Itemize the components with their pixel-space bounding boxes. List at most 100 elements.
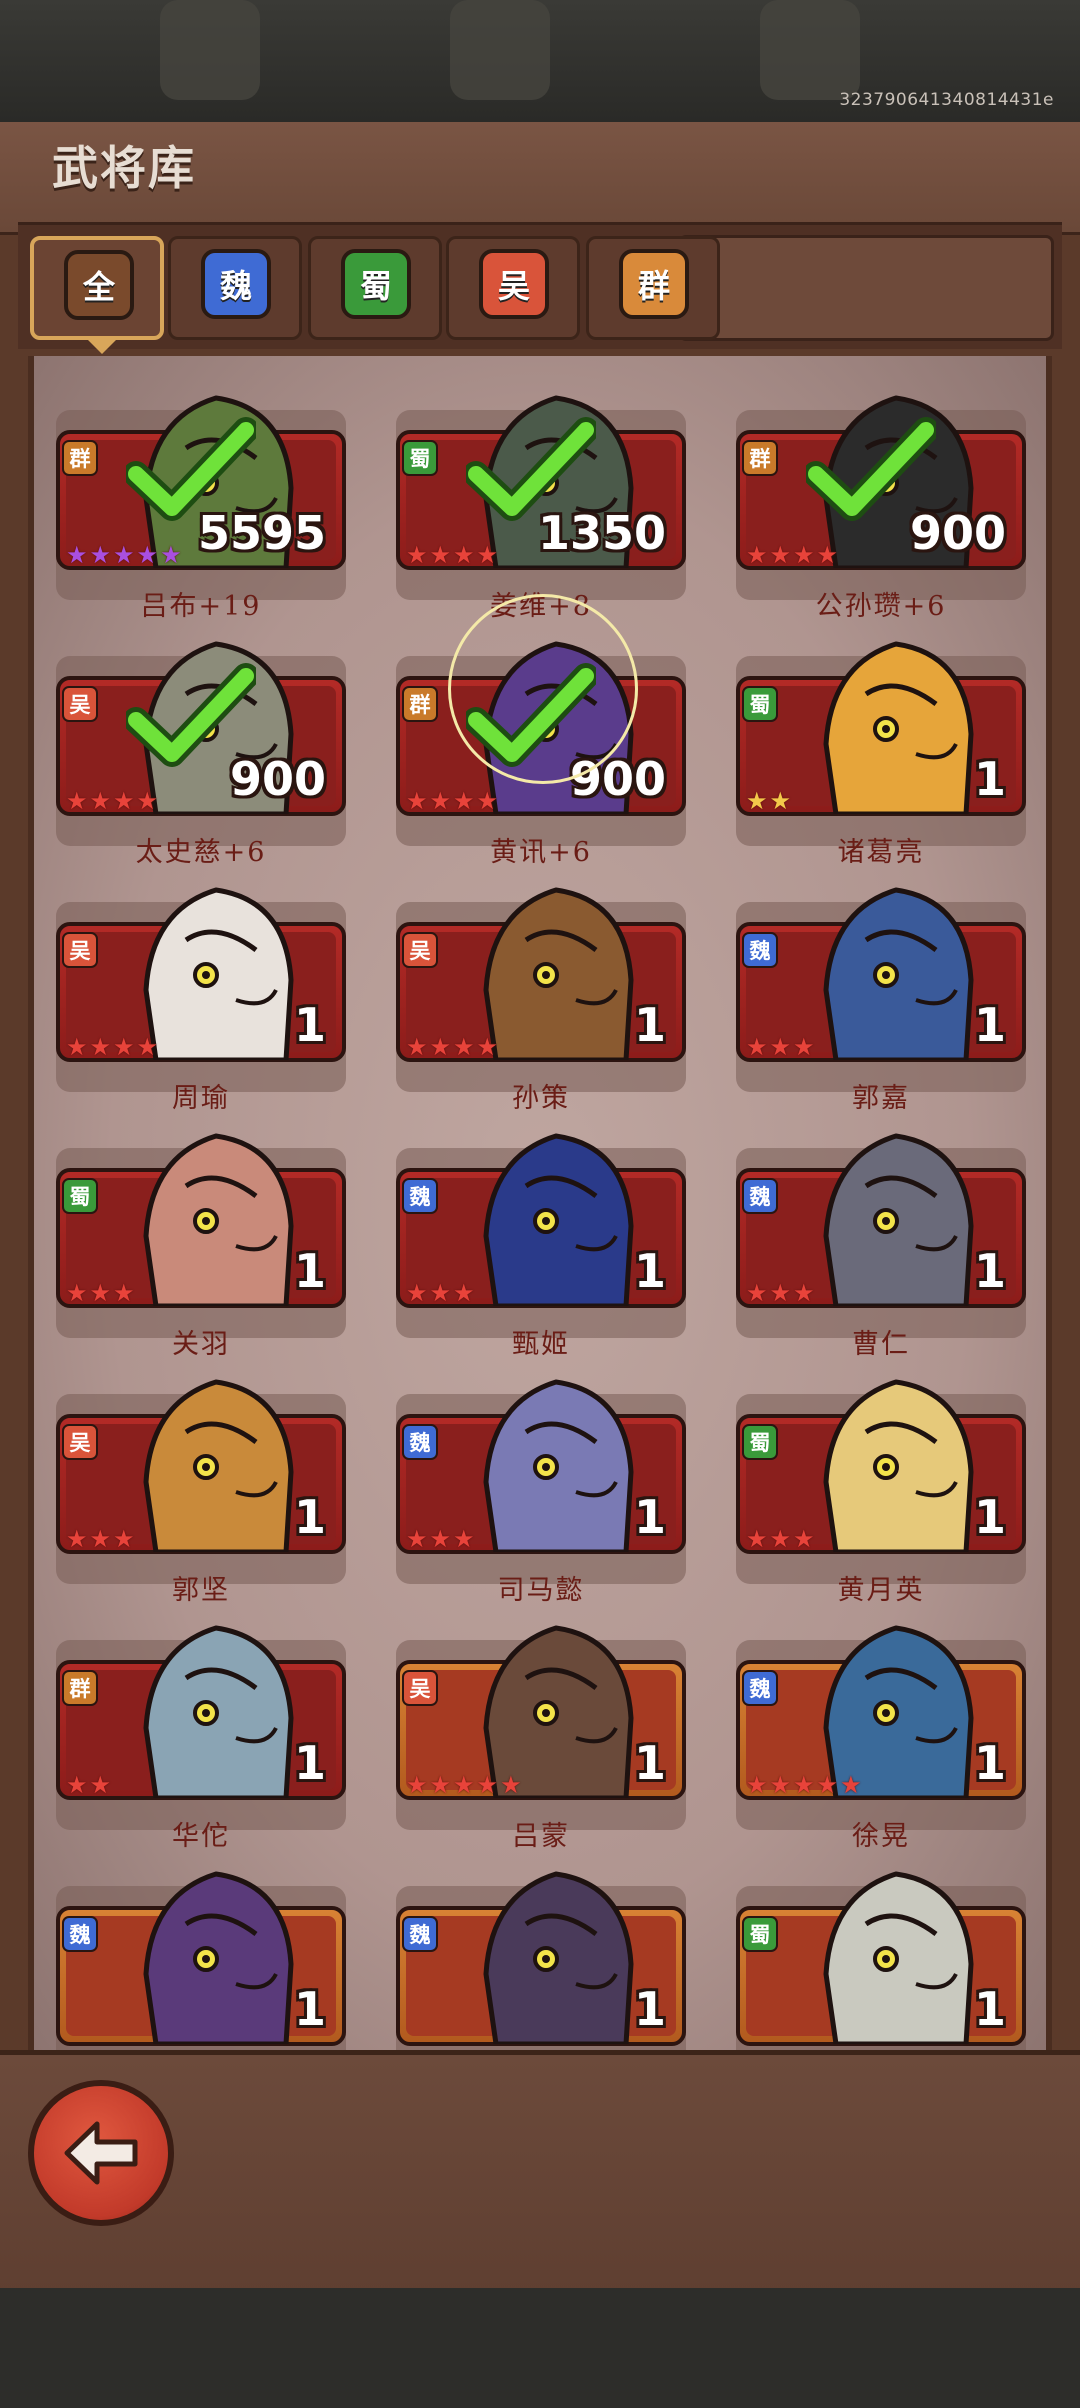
tab-faction-4[interactable]: 群: [586, 236, 720, 340]
star-icon: ★: [500, 1771, 522, 1799]
star-icon: ★: [429, 1033, 452, 1061]
star-icon: ★: [89, 541, 112, 569]
tab-faction-2[interactable]: 蜀: [308, 236, 442, 340]
general-card[interactable]: 魏1: [396, 1854, 686, 2050]
tab-label: 蜀: [341, 249, 411, 319]
star-icon: ★: [89, 1279, 112, 1307]
star-icon: ★: [476, 787, 499, 815]
star-icon: ★: [406, 541, 428, 569]
tab-bar-plank: [678, 235, 1054, 341]
star-icon: ★: [746, 1279, 768, 1307]
faction-badge: 魏: [742, 1670, 778, 1706]
warrior-icon: [466, 1854, 646, 2047]
background-tile: [760, 0, 860, 100]
star-icon: ★: [113, 787, 135, 815]
general-name: 周瑜: [172, 1083, 230, 1114]
general-card[interactable]: 魏 1 ★ ★ ★ 曹仁: [736, 1116, 1026, 1360]
star-icon: ★: [429, 1279, 452, 1307]
star-icon: ★: [476, 1033, 499, 1061]
card-power: 1: [633, 1490, 666, 1544]
back-button[interactable]: [28, 2080, 174, 2226]
star-rating: ★ ★ ★ ★: [406, 787, 499, 815]
rabbit-icon: [466, 1362, 646, 1555]
general-name: 黄讯+6: [490, 837, 592, 868]
star-icon: ★: [66, 787, 88, 815]
tab-all[interactable]: 全: [30, 236, 164, 354]
tab-label: 吴: [479, 249, 549, 319]
general-card[interactable]: 群 900 ★ ★ ★ ★ 公孙瓒+6: [736, 378, 1026, 622]
faction-badge: 吴: [62, 1424, 98, 1460]
faction-badge: 群: [742, 440, 778, 476]
general-name: 公孙瓒+6: [815, 591, 947, 622]
selected-check-icon: [463, 416, 599, 526]
star-rating: ★ ★ ★ ★: [406, 541, 498, 569]
general-card[interactable]: 蜀1: [736, 1854, 1026, 2050]
star-rating: ★ ★: [66, 1773, 111, 1797]
general-card[interactable]: 魏1: [56, 1854, 346, 2050]
star-icon: ★: [769, 787, 792, 815]
general-card[interactable]: 魏 1 ★ ★ ★ ★ ★ 徐晃: [736, 1608, 1026, 1852]
card-power: 1: [973, 1490, 1006, 1544]
faction-badge: 魏: [402, 1916, 438, 1952]
card-power: 1: [633, 998, 666, 1052]
star-icon: ★: [840, 1771, 862, 1799]
general-card[interactable]: 群 5595 ★ ★ ★ ★ ★ 吕布+19: [56, 378, 346, 622]
back-arrow-icon: [64, 2121, 138, 2185]
general-card[interactable]: 群 1 ★ ★ 华佗: [56, 1608, 346, 1852]
star-icon: ★: [769, 541, 792, 569]
star-icon: ★: [746, 1771, 768, 1799]
star-icon: ★: [136, 787, 159, 815]
general-name: 黄月英: [837, 1575, 925, 1606]
star-icon: ★: [453, 1771, 475, 1799]
star-icon: ★: [453, 1033, 475, 1061]
star-icon: ★: [406, 787, 428, 815]
star-rating: ★ ★ ★: [406, 1525, 475, 1553]
general-card[interactable]: 魏 1 ★ ★ ★ 甄姬: [396, 1116, 686, 1360]
general-card[interactable]: 吴 900 ★ ★ ★ ★ 太史慈+6: [56, 624, 346, 868]
general-card[interactable]: 魏 1 ★ ★ ★ 郭嘉: [736, 870, 1026, 1114]
card-power: 1: [973, 998, 1006, 1052]
selected-check-icon: [123, 416, 259, 526]
general-card[interactable]: 吴 1 ★ ★ ★ 郭坚: [56, 1362, 346, 1606]
card-power: 1: [293, 1982, 326, 2036]
general-card[interactable]: 魏 1 ★ ★ ★ 司马懿: [396, 1362, 686, 1606]
card-power: 1: [973, 1244, 1006, 1298]
selected-check-icon: [803, 416, 939, 526]
star-icon: ★: [89, 1525, 112, 1553]
star-icon: ★: [406, 1525, 428, 1553]
faction-badge: 吴: [62, 932, 98, 968]
general-card[interactable]: 蜀 1 ★ ★ ★ 关羽: [56, 1116, 346, 1360]
general-name: 吕蒙: [512, 1821, 570, 1852]
tab-faction-3[interactable]: 吴: [446, 236, 580, 340]
general-card[interactable]: 蜀 1 ★ ★ ★ 黄月英: [736, 1362, 1026, 1606]
general-name: 郭坚: [172, 1575, 230, 1606]
tab-faction-1[interactable]: 魏: [168, 236, 302, 340]
star-icon: ★: [746, 1525, 768, 1553]
faction-badge: 魏: [402, 1178, 438, 1214]
star-icon: ★: [476, 1771, 499, 1799]
star-icon: ★: [746, 1033, 768, 1061]
star-icon: ★: [66, 1033, 88, 1061]
general-card[interactable]: 蜀 1350 ★ ★ ★ ★ 姜维+8: [396, 378, 686, 622]
warrior-icon: [806, 624, 986, 817]
general-name: 诸葛亮: [837, 837, 925, 868]
star-icon: ★: [816, 1771, 839, 1799]
star-rating: ★ ★ ★ ★ ★: [746, 1771, 862, 1799]
general-card[interactable]: 吴 1 ★ ★ ★ ★ 孙策: [396, 870, 686, 1114]
general-card[interactable]: 吴 1 ★ ★ ★ ★ 周瑜: [56, 870, 346, 1114]
general-name: 甄姬: [512, 1329, 570, 1360]
general-card[interactable]: 吴 1 ★ ★ ★ ★ ★ 吕蒙: [396, 1608, 686, 1852]
lady-icon: [806, 1362, 986, 1555]
card-power: 1: [633, 1244, 666, 1298]
star-icon: ★: [66, 1279, 88, 1307]
faction-badge: 蜀: [62, 1178, 98, 1214]
pig-icon: [126, 1116, 306, 1309]
star-icon: ★: [136, 1033, 159, 1061]
general-card[interactable]: 蜀 1 ★ ★ 诸葛亮: [736, 624, 1026, 868]
star-icon: ★: [793, 541, 815, 569]
star-icon: ★: [453, 1525, 475, 1553]
star-rating: ★ ★ ★: [746, 1279, 815, 1307]
faction-badge: 魏: [742, 932, 778, 968]
goat-icon: [806, 1854, 986, 2047]
star-rating: ★ ★ ★: [66, 1525, 135, 1553]
